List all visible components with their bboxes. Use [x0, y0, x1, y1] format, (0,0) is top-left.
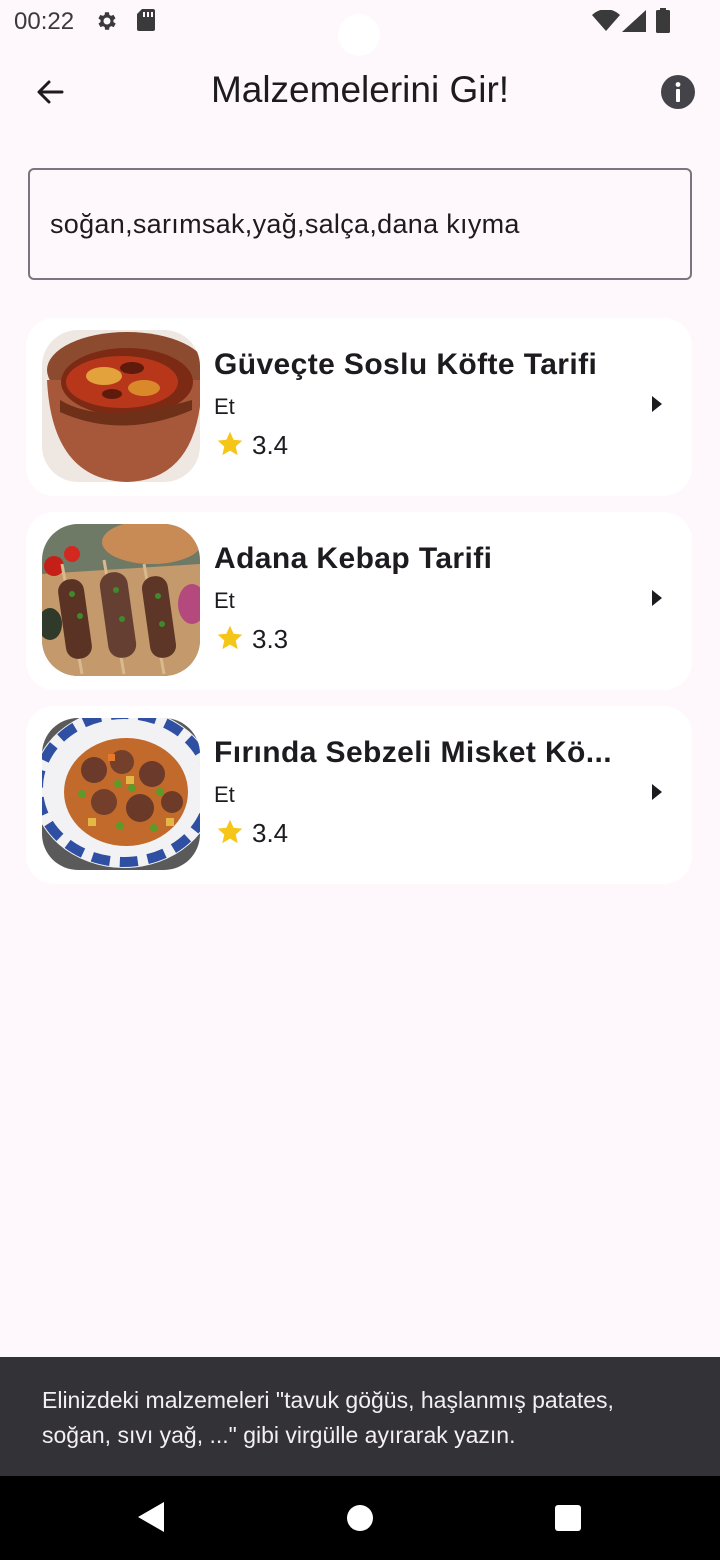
star-icon: [217, 431, 243, 456]
star-icon: [217, 625, 243, 650]
recipe-card[interactable]: Fırında Sebzeli Misket Kö... Et 3.4: [26, 706, 692, 884]
recipe-category: Et: [214, 782, 235, 807]
nav-back-icon[interactable]: [136, 1500, 166, 1534]
settings-gear-icon: [98, 12, 116, 30]
nav-home-icon[interactable]: [347, 1505, 373, 1531]
recipe-category: Et: [214, 394, 235, 419]
info-icon: [661, 75, 695, 109]
recipe-title: Adana Kebap Tarifi: [214, 542, 493, 575]
ingredients-input[interactable]: soğan,sarımsak,yağ,salça,dana kıyma: [28, 168, 692, 280]
status-time: 00:22: [14, 8, 75, 35]
info-button[interactable]: [658, 72, 698, 112]
snackbar: Elinizdeki malzemeleri "tavuk göğüs, haş…: [0, 1357, 720, 1476]
wifi-icon: [592, 10, 620, 31]
page-title: Malzemelerini Gir!: [210, 69, 510, 110]
battery-icon: [656, 8, 670, 33]
recipe-title: Güveçte Soslu Köfte Tarifi: [214, 348, 598, 381]
recipe-title: Fırında Sebzeli Misket Kö...: [214, 736, 612, 769]
nav-recents-icon[interactable]: [555, 1505, 581, 1531]
chevron-right-icon: [652, 784, 662, 800]
status-bar: 00:22: [0, 0, 720, 56]
recipe-image: [42, 330, 200, 482]
recipe-rating: 3.4: [252, 430, 289, 460]
chevron-right-icon: [652, 590, 662, 606]
recipe-image: [42, 718, 200, 870]
recipe-rating: 3.4: [252, 818, 289, 848]
recipe-rating: 3.3: [252, 624, 289, 654]
recipe-image: [42, 524, 200, 676]
recipe-category: Et: [214, 588, 235, 613]
sd-card-icon: [137, 9, 155, 31]
recipe-card[interactable]: Güveçte Soslu Köfte Tarifi Et 3.4: [26, 318, 692, 496]
star-icon: [217, 819, 243, 844]
snackbar-message: Elinizdeki malzemeleri "tavuk göğüs, haş…: [42, 1387, 614, 1448]
app-screen: 00:22 Malzemelerini Gir! soğan,sarımsak,…: [0, 0, 720, 1560]
recipe-card[interactable]: Adana Kebap Tarifi Et 3.3: [26, 512, 692, 690]
chevron-right-icon: [652, 396, 662, 412]
cell-signal-icon: [622, 10, 646, 32]
camera-cutout: [338, 14, 380, 56]
system-nav-bar: [0, 1476, 720, 1560]
